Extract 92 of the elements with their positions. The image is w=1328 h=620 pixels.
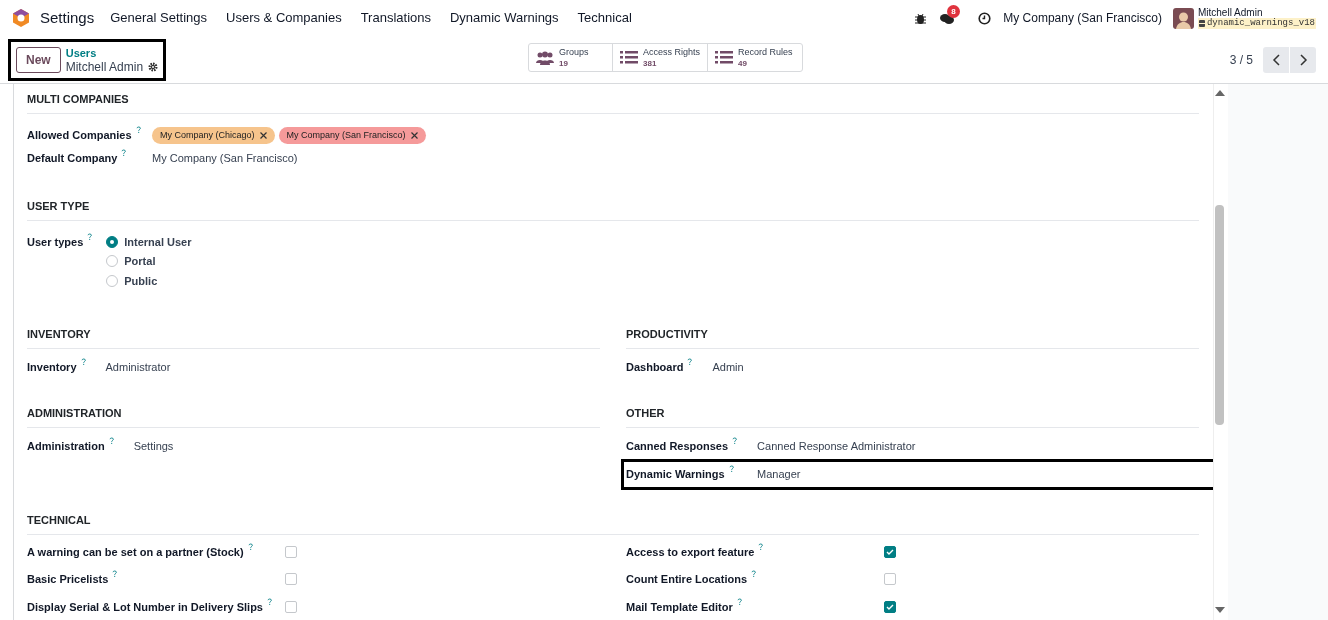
- field-label: Basic Pricelists: [27, 572, 109, 587]
- help-icon: [751, 570, 756, 577]
- list-icon: [715, 51, 733, 64]
- field-value: Canned Response Administrator: [757, 438, 917, 454]
- radio-label[interactable]: Public: [124, 272, 158, 289]
- field-label: User types: [27, 234, 84, 250]
- help-icon: [112, 570, 118, 577]
- field-label: Access to export feature: [626, 544, 755, 560]
- new-button[interactable]: New: [16, 46, 61, 73]
- menu-item[interactable]: Translations: [360, 8, 431, 28]
- app-logo-icon: [12, 9, 30, 27]
- field-label: Display Serial & Lot Number in Delivery Slips: [27, 599, 263, 615]
- chevron-left-icon: [1271, 53, 1281, 66]
- previous-button[interactable]: [1263, 46, 1289, 73]
- scrollbar-thumb[interactable]: [1215, 205, 1224, 425]
- help-icon: [108, 436, 114, 444]
- checkbox[interactable]: [285, 600, 297, 613]
- radio-button[interactable]: [106, 235, 119, 248]
- field-label: A warning can be set on a partner (Stock): [27, 544, 244, 560]
- checkbox[interactable]: [884, 600, 896, 613]
- radio-label[interactable]: Internal User: [124, 233, 192, 250]
- close-icon: [410, 132, 418, 139]
- company-tag[interactable]: My Company (Chicago): [152, 127, 275, 144]
- field-value: Administrator: [105, 360, 172, 375]
- help-icon: [728, 465, 734, 472]
- field-value: Admin: [712, 360, 745, 375]
- menu-item[interactable]: Dynamic Warnings: [450, 8, 559, 28]
- field-label: Dashboard: [626, 360, 684, 375]
- menu-item[interactable]: Technical: [577, 8, 632, 28]
- scroll-up-arrow-icon[interactable]: [1215, 90, 1225, 96]
- help-icon: [266, 597, 272, 605]
- section-heading: USER TYPE: [27, 199, 90, 212]
- checkbox[interactable]: [285, 545, 297, 558]
- field-label: Canned Responses: [626, 438, 729, 454]
- avatar-icon[interactable]: [1172, 7, 1194, 29]
- breadcrumb-link[interactable]: Users: [65, 45, 159, 60]
- field-label: Dynamic Warnings: [626, 467, 725, 482]
- field-value: Settings: [133, 438, 175, 454]
- field-label: Allowed Companies: [27, 128, 132, 144]
- pager-value: 3 / 5: [1229, 51, 1253, 69]
- list-icon: [620, 51, 638, 64]
- menu-item[interactable]: Users & Companies: [226, 8, 342, 28]
- help-icon: [80, 358, 86, 365]
- radio-label[interactable]: Portal: [124, 253, 156, 270]
- field-label: Count Entire Locations: [626, 572, 747, 587]
- scroll-down-arrow-icon[interactable]: [1215, 607, 1225, 613]
- field-label: Default Company: [27, 151, 118, 166]
- section-heading: OTHER: [626, 406, 665, 419]
- check-icon: [886, 548, 894, 555]
- field-label: Inventory: [27, 360, 77, 375]
- database-badge: dynamic_warnings_v18: [1197, 18, 1316, 29]
- user-name[interactable]: Mitchell Admin: [1197, 7, 1316, 18]
- field-value: Manager: [757, 467, 802, 482]
- company-tag[interactable]: My Company (San Francisco): [278, 127, 426, 144]
- help-icon: [687, 358, 693, 365]
- smart-button[interactable]: Record Rules 49: [707, 44, 802, 71]
- users-icon: [536, 50, 554, 65]
- field-value: My Company (San Francisco): [152, 151, 299, 166]
- section-heading: INVENTORY: [27, 328, 91, 340]
- radio-button[interactable]: [106, 255, 119, 268]
- checkbox[interactable]: [285, 573, 297, 586]
- bug-icon[interactable]: [915, 12, 927, 24]
- section-heading: TECHNICAL: [27, 513, 91, 526]
- app-name[interactable]: Settings: [40, 6, 95, 30]
- help-icon: [758, 542, 764, 550]
- help-icon: [732, 436, 738, 444]
- smart-button[interactable]: Groups 19: [529, 44, 612, 71]
- record-name: Mitchell Admin: [65, 59, 144, 74]
- next-button[interactable]: [1290, 46, 1316, 73]
- check-icon: [886, 603, 894, 610]
- section-heading: PRODUCTIVITY: [626, 328, 708, 340]
- chevron-right-icon: [1298, 53, 1308, 66]
- section-heading: ADMINISTRATION: [27, 406, 122, 419]
- section-heading: MULTI COMPANIES: [27, 93, 129, 105]
- company-switcher[interactable]: My Company (San Francisco): [1003, 9, 1162, 27]
- close-icon: [259, 132, 267, 139]
- menu-item[interactable]: General Settings: [110, 8, 208, 28]
- clock-icon[interactable]: [978, 11, 992, 25]
- field-label: Administration: [27, 438, 105, 454]
- checkbox[interactable]: [884, 573, 896, 586]
- field-label: Mail Template Editor: [626, 599, 733, 615]
- help-icon: [135, 126, 141, 134]
- notification-badge: 8: [947, 5, 960, 18]
- database-icon: [1198, 20, 1205, 27]
- help-icon: [736, 597, 742, 605]
- smart-button[interactable]: Access Rights 381: [612, 44, 707, 71]
- radio-button[interactable]: [106, 274, 119, 287]
- help-icon: [121, 149, 127, 156]
- checkbox[interactable]: [884, 545, 896, 558]
- help-icon: [87, 232, 93, 240]
- gear-icon[interactable]: [148, 61, 159, 72]
- help-icon: [247, 542, 253, 550]
